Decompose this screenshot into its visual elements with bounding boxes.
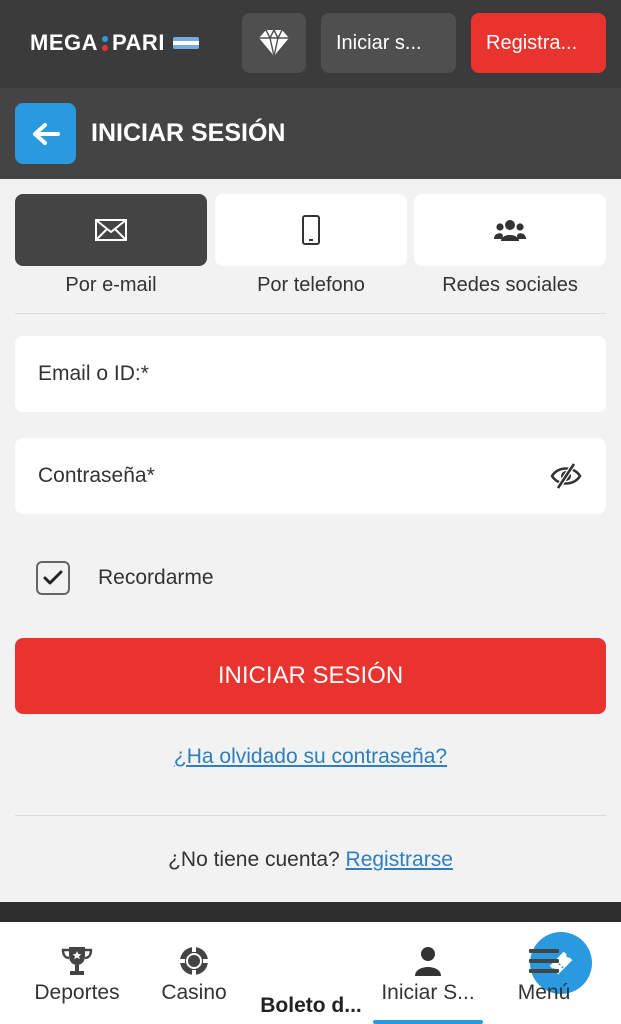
arrow-left-icon [32, 122, 60, 145]
trophy-icon [61, 947, 93, 975]
megapari-logo[interactable]: MEGA PARI [30, 30, 199, 56]
user-icon [415, 947, 441, 976]
register-link[interactable]: Registrarse [346, 848, 453, 871]
email-input[interactable] [15, 336, 606, 412]
logo-text-right: PARI [112, 30, 165, 55]
tab-email[interactable] [15, 194, 207, 266]
email-field-container [15, 336, 606, 412]
logo-separator [102, 35, 108, 51]
header-login-button[interactable]: Iniciar s... [321, 13, 456, 73]
nav-casino-label: Casino [161, 981, 227, 1004]
remember-checkbox[interactable] [36, 561, 70, 595]
tab-phone[interactable] [215, 194, 407, 266]
no-account-text: ¿No tiene cuenta? [168, 848, 340, 871]
remember-label[interactable]: Recordarme [98, 566, 214, 590]
diamond-icon [259, 29, 289, 57]
nav-menu-label: Menú [517, 981, 571, 1004]
nav-login[interactable]: Iniciar S... [373, 922, 483, 1024]
active-tab-indicator [373, 1020, 483, 1024]
top-header: MEGA PARI Iniciar s... Registra... [0, 0, 621, 88]
nav-bet-slip-label: Boleto d... [260, 994, 362, 1017]
page-title: INICIAR SESIÓN [91, 119, 286, 147]
nav-bet-slip[interactable]: Boleto d... [250, 922, 592, 1024]
footer-strip [0, 902, 621, 922]
title-bar: INICIAR SESIÓN [0, 88, 621, 179]
divider [15, 815, 606, 816]
forgot-password-link[interactable]: ¿Ha olvidado su contraseña? [0, 745, 621, 769]
login-submit-button[interactable]: INICIAR SESIÓN [15, 638, 606, 714]
header-register-button[interactable]: Registra... [471, 13, 606, 73]
users-icon [494, 220, 526, 241]
checkmark-icon [43, 570, 63, 585]
back-button[interactable] [15, 103, 76, 164]
bottom-nav: Deportes Casino Boleto d... Iniciar S...… [0, 922, 621, 1024]
divider [15, 313, 606, 314]
nav-menu[interactable]: Menú [495, 922, 593, 1024]
password-field-container [15, 438, 606, 514]
eye-slash-icon[interactable] [550, 462, 582, 490]
phone-icon [302, 215, 320, 245]
nav-sports-label: Deportes [34, 981, 120, 1004]
no-account-row: ¿No tiene cuenta? Registrarse [0, 848, 621, 872]
tab-phone-label[interactable]: Por telefono [215, 274, 407, 297]
logo-text-left: MEGA [30, 30, 98, 55]
tab-social-label[interactable]: Redes sociales [414, 274, 606, 297]
nav-casino[interactable]: Casino [143, 922, 245, 1024]
nav-login-label: Iniciar S... [381, 981, 475, 1004]
nav-sports[interactable]: Deportes [22, 922, 132, 1024]
tab-email-label[interactable]: Por e-mail [15, 274, 207, 297]
password-input[interactable] [15, 438, 606, 514]
casino-chip-icon [180, 947, 208, 975]
envelope-icon [95, 219, 127, 241]
menu-icon [529, 949, 559, 973]
vip-diamond-button[interactable] [242, 13, 306, 73]
tab-social[interactable] [414, 194, 606, 266]
argentina-flag-icon [172, 37, 199, 49]
